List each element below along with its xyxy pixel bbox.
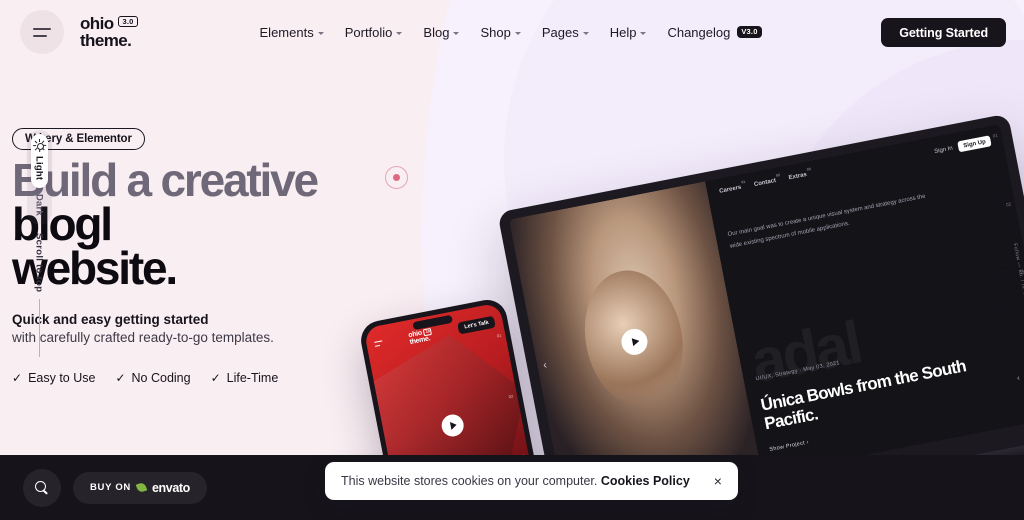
theme-switcher[interactable]: Light Dark Scroll to top [26,130,52,358]
envato-leaf-icon [135,481,148,494]
close-icon[interactable]: × [714,474,722,488]
headline-line-2: blogl [12,198,113,251]
version-badge: V3.0 [737,25,762,39]
envato-name-label: envato [151,480,190,495]
search-icon[interactable] [23,468,61,507]
cookie-message: This website stores cookies on your comp… [341,474,598,488]
logo-line-2: theme. [80,31,132,50]
laptop-show-project-link[interactable]: Show Project › [769,439,809,453]
laptop-slide-number: 01 [992,132,999,139]
nav-item-shop[interactable]: Shop [480,24,521,40]
hero-feature-list: ✓ Easy to Use ✓ No Coding ✓ Life-Time [12,371,482,385]
buy-on-envato-button[interactable]: BUY ON envato [73,471,207,504]
main-navigation: Elements Portfolio Blog Shop Pages Help … [260,25,762,40]
nav-item-elements[interactable]: Elements [260,25,324,40]
logo-line-1: ohio [80,13,114,33]
laptop-nav-label: Extras [788,171,808,182]
laptop-auth-buttons: Sign In Sign Up [933,135,992,157]
nav-label: Changelog [667,24,731,40]
follow-us-links[interactable]: Follow Us — Yt. / Be. / Tk. [996,168,1008,318]
nav-item-blog[interactable]: Blog [423,24,460,40]
theme-switcher-track[interactable]: Light Dark [26,130,52,226]
buy-on-label: BUY ON [90,482,131,493]
hamburger-icon[interactable] [20,10,64,54]
laptop-nav-sup: 03 [806,167,812,172]
page-title: Build a creative blogl website. [12,154,482,295]
nav-label: Elements [259,24,314,40]
phone-play-icon[interactable] [439,412,466,439]
laptop-nav-contact[interactable]: Contact 02 [753,173,781,189]
chevron-down-icon [317,31,324,35]
laptop-nav-label: Contact [753,177,777,189]
getting-started-button[interactable]: Getting Started [881,18,1006,47]
chevron-down-icon [514,31,521,35]
nav-label: Shop [480,24,511,40]
cookie-text: This website stores cookies on your comp… [341,474,690,488]
headline-line-1: Build a creative [12,154,319,206]
theme-switcher-knob-light[interactable]: Light [30,134,48,189]
feature-item-life-time: ✓ Life-Time [211,371,279,385]
feature-item-easy-to-use: ✓ Easy to Use [12,371,95,385]
chevron-down-icon [640,31,647,35]
laptop-body-copy: Our main goal was to create a unique vis… [727,193,927,250]
theme-light-label: Light [33,156,45,181]
nav-label: Pages [541,24,579,40]
chevron-down-icon [396,31,403,35]
hero-subtext: with carefully crafted ready-to-go templ… [12,330,274,346]
laptop-sign-in-button[interactable]: Sign In [934,145,953,154]
laptop-slider-prev-icon[interactable]: ‹ [1016,373,1020,382]
laptop-content-panel: Careers 01 Contact 02 Extras 03 Sign In Sig… [705,124,1024,475]
site-header: ohio 3.0 theme. Elements Portfolio Blog … [0,0,1024,64]
nav-label: Portfolio [344,24,393,40]
feature-label: Life-Time [226,371,279,386]
feature-item-no-coding: ✓ No Coding [115,371,190,385]
nav-item-portfolio[interactable]: Portfolio [345,25,403,40]
hero-subhead: Quick and easy getting started [12,312,209,328]
site-logo[interactable]: ohio 3.0 theme. [80,13,138,50]
sun-icon [32,139,46,152]
laptop-slider-arrows: ‹ › [1016,370,1024,382]
nav-item-changelog[interactable]: Changelog V3.0 [667,24,762,40]
laptop-nav-label: Careers [718,184,742,195]
magnifier-glyph [35,480,49,495]
cookies-policy-link[interactable]: Cookies Policy [601,474,690,488]
phone-slide-number: 01 [496,332,502,339]
nav-item-pages[interactable]: Pages [542,25,589,40]
check-icon: ✓ [12,371,23,386]
nav-label: Help [609,24,637,40]
laptop-nav-careers[interactable]: Careers 01 [718,180,746,195]
theme-dark-label: Dark [33,194,45,217]
hero-section: W kery & Elementor Build a creative blog… [12,128,482,385]
check-icon: ✓ [210,371,221,386]
laptop-nav-sup: 02 [775,173,781,178]
laptop-sign-up-button[interactable]: Sign Up [957,135,992,153]
scroll-indicator-line [38,299,40,358]
check-icon: ✓ [115,371,126,386]
logo-version-badge: 3.0 [118,15,138,28]
laptop-slide-number: 03 [1018,269,1024,276]
headline-line-3: website. [12,242,178,295]
hamburger-line-2 [33,34,47,37]
chevron-down-icon [582,31,589,35]
scroll-to-top-label[interactable]: Scroll to top [34,233,45,292]
chevron-down-icon [453,31,460,35]
feature-label: No Coding [131,371,191,386]
nav-item-help[interactable]: Help [610,25,647,40]
laptop-nav-sup: 01 [741,179,746,185]
feature-label: Easy to Use [28,371,96,386]
cookie-banner: This website stores cookies on your comp… [325,462,738,500]
nav-label: Blog [423,24,450,40]
hamburger-line-1 [33,27,51,30]
phone-slide-number: 02 [508,393,514,399]
laptop-nav-extras[interactable]: Extras 03 [788,167,811,182]
